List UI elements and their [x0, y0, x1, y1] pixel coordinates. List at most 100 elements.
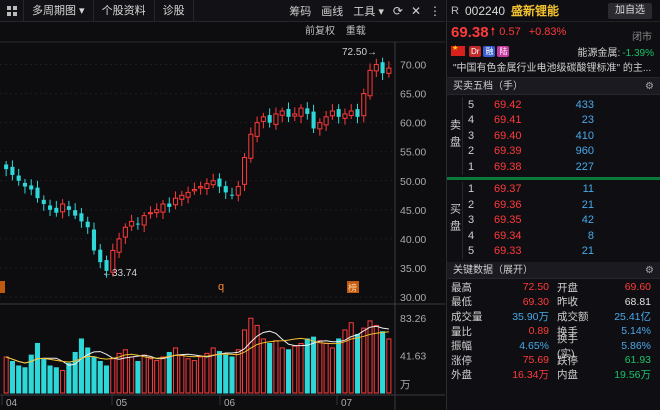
more-icon[interactable]: ⋮ [425, 4, 445, 18]
candle-body [66, 206, 71, 210]
volume-bar [147, 358, 153, 394]
month-label: 05 [116, 398, 128, 409]
sell-section: 卖盘 5 69.42 433 4 69.41 23 3 69.40 410 2 69.39 960 1 6… [447, 97, 660, 175]
candle-body [135, 223, 140, 225]
diagnose-button[interactable]: 诊股 [155, 0, 194, 22]
buy-row[interactable]: 2 69.36 21 [464, 197, 660, 213]
chips-button[interactable]: 筹码 [284, 3, 316, 19]
key-value: 4.65% [519, 339, 549, 352]
candle-body [29, 185, 34, 190]
volume-bar [103, 365, 110, 394]
buy-row[interactable]: 4 69.34 8 [464, 228, 660, 244]
candle-body [317, 122, 323, 130]
chart-toolbar: 多周期图 ▾ 个股资料 诊股 筹码 画线 工具 ▾ ⟳ ✕ ⋮ [0, 0, 445, 22]
price-axis-label: 35.00 [400, 263, 426, 275]
buy-row[interactable]: 1 69.37 11 [464, 182, 660, 198]
key-label: 跌停 [557, 354, 578, 367]
candle-body [85, 221, 90, 228]
volume-bar [273, 340, 279, 394]
volume-bar [66, 362, 72, 394]
level: 1 [468, 183, 475, 196]
key-label: 最高 [451, 281, 472, 294]
overlay-button[interactable]: 重载 [346, 26, 366, 37]
candle-body [235, 186, 241, 196]
candle-body [254, 122, 260, 137]
volume-bar [367, 320, 373, 394]
buy-row[interactable]: 3 69.35 42 [464, 213, 660, 229]
sector-info[interactable]: 能源金属: -1.39% [578, 44, 660, 59]
multi-period-button[interactable]: 多周期图 ▾ [24, 0, 94, 22]
up-arrow-icon: 🠕 [490, 25, 496, 38]
buy-section: 买盘 1 69.37 11 2 69.36 21 3 69.35 42 4 69.34 8 5 69.33… [447, 181, 660, 260]
sell-row[interactable]: 4 69.41 23 [464, 113, 660, 129]
volume-bar [386, 338, 392, 394]
candle-body [336, 109, 341, 117]
draw-line-button[interactable]: 画线 [316, 3, 348, 19]
last-price: 69.38 [451, 23, 489, 41]
volume-bar [336, 338, 342, 394]
stock-header: R 002240 盛新锂能 加自选 [447, 0, 660, 22]
candle-body [4, 164, 9, 170]
close-icon[interactable]: ✕ [407, 4, 425, 18]
buy-row[interactable]: 5 69.33 21 [464, 244, 660, 260]
settings-icon[interactable]: ⚙ [645, 78, 654, 95]
candle-body [342, 113, 348, 119]
keydata-title[interactable]: 关键数据（展开） ⚙ [447, 262, 660, 279]
candle-body [198, 186, 204, 189]
sell-row[interactable]: 3 69.40 410 [464, 128, 660, 144]
volume-bar [141, 354, 147, 394]
quote-panel: R 002240 盛新锂能 加自选 69.38 🠕 0.57 +0.83% 闭市… [446, 0, 660, 410]
order-price: 69.41 [494, 114, 522, 127]
price-axis-label: 30.00 [400, 292, 426, 304]
key-value: 61.93 [624, 354, 651, 367]
volume-bar [34, 342, 41, 394]
key-value: 25.41亿 [614, 310, 651, 323]
add-watchlist-button[interactable]: 加自选 [608, 3, 652, 19]
stock-profile-button[interactable]: 个股资料 [94, 0, 155, 22]
adjust-mode-button[interactable]: 前复权 [305, 26, 335, 37]
candle-body [386, 67, 392, 74]
volume-bar [154, 360, 160, 394]
candle-body [16, 175, 21, 181]
candle-body [367, 69, 373, 97]
volume-bar [91, 356, 97, 394]
order-volume: 42 [581, 214, 594, 227]
candle-body [279, 110, 285, 116]
candle-body [323, 116, 329, 126]
sell-row[interactable]: 5 69.42 433 [464, 97, 660, 113]
volume-bar [304, 338, 310, 394]
key-label: 内盘 [557, 369, 578, 382]
volume-bar [242, 329, 248, 394]
candle-body [242, 157, 248, 185]
kline-chart[interactable]: 70.00 65.00 60.00 55.00 50.00 45.00 40.00 35.00… [0, 0, 445, 410]
volume-bar [198, 356, 204, 394]
order-price: 69.37 [494, 183, 522, 196]
candle-body [41, 199, 46, 205]
order-price: 69.34 [494, 229, 522, 242]
candle-body [22, 182, 27, 187]
volume-bar [267, 342, 273, 394]
refresh-icon[interactable]: ⟳ [389, 4, 407, 18]
sell-row[interactable]: 1 69.38 227 [464, 159, 660, 175]
volume-bar [229, 356, 235, 394]
concept-text[interactable]: "中国有色金属行业电池级碳酸锂标准" 的主... [447, 60, 660, 78]
candle-body [204, 183, 210, 190]
candle-body [179, 194, 185, 200]
settings-icon[interactable]: ⚙ [645, 262, 654, 279]
price-axis-label: 65.00 [400, 89, 426, 101]
tag-margin[interactable]: 融 [483, 45, 496, 57]
month-label: 04 [6, 398, 18, 409]
volume-bar [248, 317, 254, 394]
price-change-pct: +0.83% [528, 26, 567, 38]
tag-connect[interactable]: 陆 [497, 45, 510, 57]
volume-bar [97, 360, 103, 394]
grid-menu-icon[interactable] [0, 0, 24, 22]
volume-bar [122, 349, 128, 394]
candle-body [98, 249, 103, 263]
tag-dr[interactable]: Dr [469, 45, 482, 57]
sell-row[interactable]: 2 69.39 960 [464, 144, 660, 160]
volume-bar [285, 349, 292, 394]
volume-bar [129, 356, 135, 394]
tools-button[interactable]: 工具 ▾ [348, 3, 389, 19]
key-label: 外盘 [451, 369, 472, 382]
